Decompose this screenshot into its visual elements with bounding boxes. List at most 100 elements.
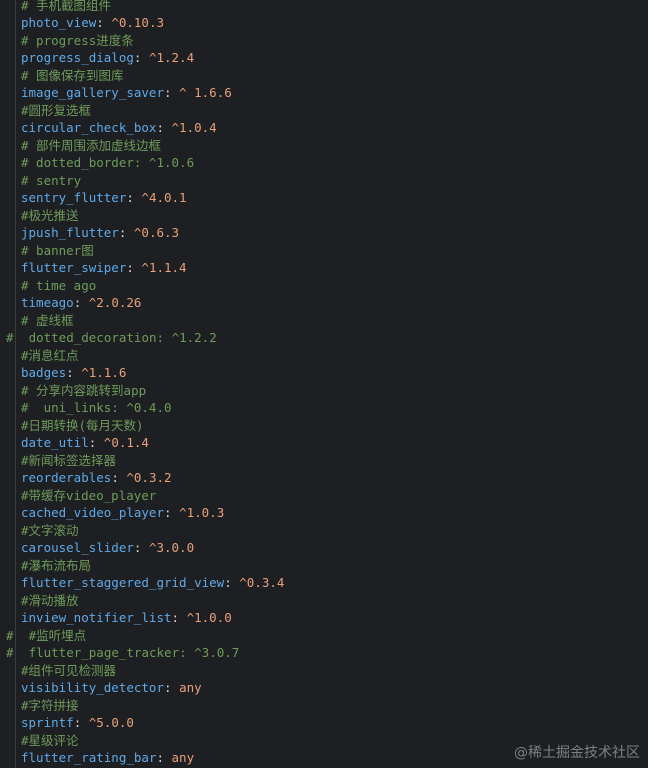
colon-separator: :	[118, 225, 134, 240]
code-line[interactable]: flutter_rating_bar: any	[21, 749, 194, 767]
dependency-version: ^0.3.2	[126, 470, 172, 485]
dependency-version: ^1.0.0	[186, 610, 232, 625]
code-line[interactable]: date_util: ^0.1.4	[21, 434, 149, 452]
dependency-version: ^4.0.1	[141, 190, 187, 205]
dependency-name: carousel_slider	[21, 540, 134, 555]
colon-separator: :	[156, 120, 172, 135]
code-line[interactable]: #星级评论	[21, 732, 79, 750]
code-line[interactable]: #瀑布流布局	[21, 557, 91, 575]
code-line[interactable]: # progress进度条	[21, 32, 134, 50]
code-comment: # banner图	[21, 242, 94, 258]
code-editor[interactable]: # 手机截图组件 photo_view: ^0.10.3 # progress进度条…	[0, 0, 648, 768]
dependency-name: inview_notifier_list	[21, 610, 172, 625]
code-line[interactable]: #新闻标签选择器	[21, 452, 116, 470]
code-comment: # #监听埋点	[6, 627, 87, 643]
code-line[interactable]: sprintf: ^5.0.0	[21, 714, 134, 732]
code-line[interactable]: #字符拼接	[21, 697, 79, 715]
dependency-name: image_gallery_saver	[21, 85, 164, 100]
code-line[interactable]: carousel_slider: ^3.0.0	[21, 539, 194, 557]
code-comment: # dotted_border: ^1.0.6	[21, 155, 195, 170]
dependency-name: sentry_flutter	[21, 190, 127, 205]
code-comment: # dotted_decoration: ^1.2.2	[6, 330, 217, 345]
code-line[interactable]: jpush_flutter: ^0.6.3	[21, 224, 179, 242]
code-comment: #瀑布流布局	[21, 557, 92, 573]
code-line[interactable]: # time ago	[21, 277, 96, 295]
colon-separator: :	[156, 750, 172, 765]
code-line[interactable]: # #监听埋点	[6, 627, 86, 645]
dependency-version: ^0.3.4	[239, 575, 285, 590]
colon-separator: :	[164, 85, 180, 100]
code-line[interactable]: # 图像保存到图库	[21, 67, 124, 85]
code-line[interactable]: timeago: ^2.0.26	[21, 294, 141, 312]
dependency-version: any	[179, 680, 202, 695]
dependency-name: cached_video_player	[21, 505, 164, 520]
code-comment: #消息红点	[21, 347, 79, 363]
code-line[interactable]: flutter_swiper: ^1.1.4	[21, 259, 187, 277]
colon-separator: :	[164, 505, 180, 520]
code-line[interactable]: # 虚线框	[21, 312, 74, 330]
dependency-name: progress_dialog	[21, 50, 134, 65]
code-comment: #日期转换(每月天数)	[21, 417, 144, 433]
dependency-name: sprintf	[21, 715, 74, 730]
code-line[interactable]: # 部件周围添加虚线边框	[21, 137, 161, 155]
code-comment: #星级评论	[21, 732, 79, 748]
code-line[interactable]: cached_video_player: ^1.0.3	[21, 504, 224, 522]
code-line[interactable]: photo_view: ^0.10.3	[21, 14, 164, 32]
dependency-version: ^0.1.4	[103, 435, 149, 450]
dependency-name: visibility_detector	[21, 680, 164, 695]
code-line[interactable]: # flutter_page_tracker: ^3.0.7	[6, 644, 239, 662]
code-line[interactable]: #圆形复选框	[21, 102, 91, 120]
dependency-name: flutter_rating_bar	[21, 750, 157, 765]
code-line[interactable]: image_gallery_saver: ^ 1.6.6	[21, 84, 232, 102]
code-comment: #滑动播放	[21, 592, 79, 608]
code-line[interactable]: #滑动播放	[21, 592, 79, 610]
code-line[interactable]: flutter_staggered_grid_view: ^0.3.4	[21, 574, 284, 592]
code-comment: #圆形复选框	[21, 102, 92, 118]
colon-separator: :	[66, 365, 82, 380]
code-line[interactable]: inview_notifier_list: ^1.0.0	[21, 609, 232, 627]
code-comment: # progress进度条	[21, 32, 134, 48]
code-line[interactable]: #文字滚动	[21, 522, 79, 540]
dependency-version: ^2.0.26	[88, 295, 142, 310]
code-line[interactable]: #带缓存video_player	[21, 487, 156, 505]
colon-separator: :	[88, 435, 104, 450]
code-line[interactable]: sentry_flutter: ^4.0.1	[21, 189, 187, 207]
code-line[interactable]: badges: ^1.1.6	[21, 364, 126, 382]
code-line[interactable]: #消息红点	[21, 347, 79, 365]
code-line[interactable]: # 分享内容跳转到app	[21, 382, 146, 400]
colon-separator: :	[224, 575, 240, 590]
code-line[interactable]: progress_dialog: ^1.2.4	[21, 49, 194, 67]
code-comment: #文字滚动	[21, 522, 79, 538]
dependency-name: flutter_swiper	[21, 260, 127, 275]
dependency-version: ^1.1.4	[141, 260, 187, 275]
dependency-name: badges	[21, 365, 67, 380]
code-line[interactable]: #日期转换(每月天数)	[21, 417, 144, 435]
code-line[interactable]: # dotted_border: ^1.0.6	[21, 154, 194, 172]
code-line[interactable]: #极光推送	[21, 207, 79, 225]
code-comment: # 分享内容跳转到app	[21, 382, 147, 398]
colon-separator: :	[133, 50, 149, 65]
colon-separator: :	[73, 295, 89, 310]
code-line[interactable]: circular_check_box: ^1.0.4	[21, 119, 217, 137]
dependency-name: reorderables	[21, 470, 112, 485]
code-comment: # uni_links: ^0.4.0	[21, 400, 172, 415]
code-line[interactable]: visibility_detector: any	[21, 679, 202, 697]
code-line[interactable]: # sentry	[21, 172, 81, 190]
dependency-version: any	[171, 750, 195, 765]
code-line[interactable]: #组件可见检测器	[21, 662, 116, 680]
dependency-name: timeago	[21, 295, 74, 310]
dependency-name: photo_view	[21, 15, 97, 30]
colon-separator: :	[126, 190, 142, 205]
dependency-version: ^ 1.6.6	[179, 85, 232, 100]
code-comment: #新闻标签选择器	[21, 452, 117, 468]
code-line[interactable]: reorderables: ^0.3.2	[21, 469, 172, 487]
code-comment: # 手机截图组件	[21, 0, 112, 13]
watermark: @稀土掘金技术社区	[514, 745, 640, 761]
colon-separator: :	[133, 540, 149, 555]
code-line[interactable]: # banner图	[21, 242, 94, 260]
code-line[interactable]: # uni_links: ^0.4.0	[21, 399, 172, 417]
code-line[interactable]: # dotted_decoration: ^1.2.2	[6, 329, 217, 347]
code-comment: # 部件周围添加虚线边框	[21, 137, 162, 153]
dependency-version: ^1.0.3	[179, 505, 225, 520]
code-line[interactable]: # 手机截图组件	[21, 0, 111, 14]
